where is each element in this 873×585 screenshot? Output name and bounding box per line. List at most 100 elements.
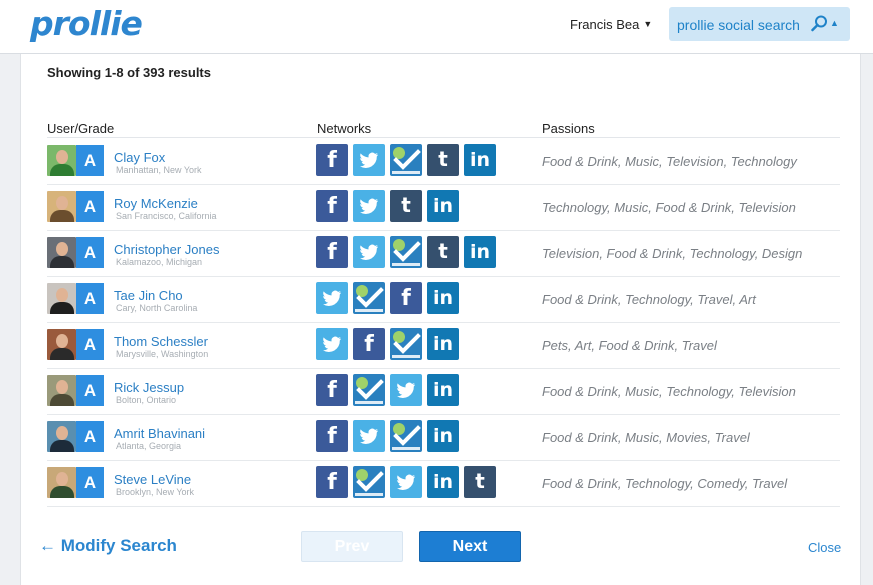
linkedin-icon[interactable]: in bbox=[427, 282, 459, 314]
linkedin-icon[interactable]: in bbox=[427, 190, 459, 222]
avatar[interactable] bbox=[47, 375, 76, 406]
avatar-face bbox=[56, 288, 68, 302]
social-search-button[interactable]: prollie social search ▲ bbox=[669, 7, 850, 41]
avatar-body bbox=[50, 348, 74, 360]
close-link[interactable]: Close bbox=[808, 540, 841, 555]
user-name-link[interactable]: Amrit Bhavinani bbox=[114, 426, 205, 441]
twitter-icon[interactable] bbox=[353, 236, 385, 268]
passions-text: Technology, Music, Food & Drink, Televis… bbox=[542, 200, 796, 215]
linkedin-icon[interactable]: in bbox=[464, 144, 496, 176]
table-row: A Thom Schessler Marysville, Washington f in… bbox=[47, 322, 840, 369]
grade-badge: A bbox=[76, 237, 104, 268]
foursquare-icon[interactable] bbox=[390, 236, 422, 268]
linkedin-icon[interactable]: in bbox=[427, 328, 459, 360]
user-location: Atlanta, Georgia bbox=[116, 441, 182, 451]
twitter-icon[interactable] bbox=[316, 282, 348, 314]
passions-text: Pets, Art, Food & Drink, Travel bbox=[542, 338, 717, 353]
avatar[interactable] bbox=[47, 329, 76, 360]
user-name-link[interactable]: Clay Fox bbox=[114, 150, 165, 165]
grade-badge: A bbox=[76, 329, 104, 360]
table-row: A Christopher Jones Kalamazoo, Michigan f t i… bbox=[47, 230, 840, 277]
facebook-icon[interactable]: f bbox=[316, 420, 348, 452]
avatar[interactable] bbox=[47, 467, 76, 498]
user-name-link[interactable]: Roy McKenzie bbox=[114, 196, 198, 211]
column-header-user: User/Grade bbox=[47, 121, 115, 136]
linkedin-icon[interactable]: in bbox=[427, 466, 459, 498]
twitter-icon[interactable] bbox=[353, 144, 385, 176]
twitter-icon[interactable] bbox=[316, 328, 348, 360]
avatar-body bbox=[50, 256, 74, 268]
grade-badge: A bbox=[76, 145, 104, 176]
avatar-body bbox=[50, 164, 74, 176]
avatar[interactable] bbox=[47, 237, 76, 268]
avatar-face bbox=[56, 380, 68, 394]
avatar-body bbox=[50, 440, 74, 452]
twitter-icon[interactable] bbox=[353, 420, 385, 452]
user-location: San Francisco, California bbox=[116, 211, 217, 221]
facebook-icon[interactable]: f bbox=[316, 374, 348, 406]
avatar-body bbox=[50, 210, 74, 222]
passions-text: Food & Drink, Technology, Travel, Art bbox=[542, 292, 756, 307]
user-location: Cary, North Carolina bbox=[116, 303, 198, 313]
grade-badge: A bbox=[76, 375, 104, 406]
foursquare-icon[interactable] bbox=[353, 466, 385, 498]
avatar[interactable] bbox=[47, 421, 76, 452]
facebook-icon[interactable]: f bbox=[353, 328, 385, 360]
foursquare-icon[interactable] bbox=[390, 420, 422, 452]
facebook-icon[interactable]: f bbox=[316, 144, 348, 176]
user-location: Marysville, Washington bbox=[116, 349, 209, 359]
facebook-icon[interactable]: f bbox=[316, 236, 348, 268]
foursquare-icon[interactable] bbox=[353, 282, 385, 314]
passions-text: Food & Drink, Technology, Comedy, Travel bbox=[542, 476, 788, 491]
facebook-icon[interactable]: f bbox=[316, 190, 348, 222]
user-name-link[interactable]: Rick Jessup bbox=[114, 380, 184, 395]
foursquare-icon[interactable] bbox=[390, 328, 422, 360]
tumblr-icon[interactable]: t bbox=[464, 466, 496, 498]
twitter-icon[interactable] bbox=[390, 374, 422, 406]
avatar[interactable] bbox=[47, 191, 76, 222]
tumblr-icon[interactable]: t bbox=[427, 236, 459, 268]
modify-search-link[interactable]: ← Modify Search bbox=[39, 536, 177, 556]
tumblr-icon[interactable]: t bbox=[427, 144, 459, 176]
linkedin-icon[interactable]: in bbox=[427, 374, 459, 406]
foursquare-icon[interactable] bbox=[390, 144, 422, 176]
linkedin-icon[interactable]: in bbox=[464, 236, 496, 268]
user-name-link[interactable]: Tae Jin Cho bbox=[114, 288, 183, 303]
user-location: Brooklyn, New York bbox=[116, 487, 195, 497]
tumblr-icon[interactable]: t bbox=[390, 190, 422, 222]
user-name: Francis Bea bbox=[570, 17, 640, 32]
prollie-logo[interactable]: prollie bbox=[30, 4, 143, 43]
foursquare-icon[interactable] bbox=[353, 374, 385, 406]
linkedin-icon[interactable]: in bbox=[427, 420, 459, 452]
table-row: A Roy McKenzie San Francisco, California f t… bbox=[47, 184, 840, 231]
avatar-face bbox=[56, 426, 68, 440]
passions-text: Food & Drink, Music, Television, Technol… bbox=[542, 154, 797, 169]
table-row: A Steve LeVine Brooklyn, New York f in t Food … bbox=[47, 460, 840, 507]
passions-text: Food & Drink, Music, Technology, Televis… bbox=[542, 384, 796, 399]
twitter-icon[interactable] bbox=[390, 466, 422, 498]
avatar[interactable] bbox=[47, 145, 76, 176]
twitter-icon[interactable] bbox=[353, 190, 385, 222]
search-icon bbox=[811, 15, 827, 32]
user-name-link[interactable]: Christopher Jones bbox=[114, 242, 220, 257]
avatar-face bbox=[56, 196, 68, 210]
column-header-networks: Networks bbox=[317, 121, 372, 136]
caret-down-icon: ▼ bbox=[643, 19, 653, 29]
user-name-link[interactable]: Steve LeVine bbox=[114, 472, 191, 487]
grade-badge: A bbox=[76, 283, 104, 314]
column-header-passions: Passions bbox=[542, 121, 595, 136]
avatar-face bbox=[56, 150, 68, 164]
avatar[interactable] bbox=[47, 283, 76, 314]
table-row: A Amrit Bhavinani Atlanta, Georgia f in Food … bbox=[47, 414, 840, 461]
prev-button[interactable]: Prev bbox=[301, 531, 403, 562]
user-menu[interactable]: Francis Bea ▼ bbox=[570, 17, 652, 32]
facebook-icon[interactable]: f bbox=[316, 466, 348, 498]
facebook-icon[interactable]: f bbox=[390, 282, 422, 314]
user-location: Bolton, Ontario bbox=[116, 395, 177, 405]
avatar-body bbox=[50, 394, 74, 406]
next-button[interactable]: Next bbox=[419, 531, 521, 562]
user-name-link[interactable]: Thom Schessler bbox=[114, 334, 208, 349]
grade-badge: A bbox=[76, 467, 104, 498]
avatar-body bbox=[50, 302, 74, 314]
table-row: A Tae Jin Cho Cary, North Carolina f in Food … bbox=[47, 276, 840, 323]
